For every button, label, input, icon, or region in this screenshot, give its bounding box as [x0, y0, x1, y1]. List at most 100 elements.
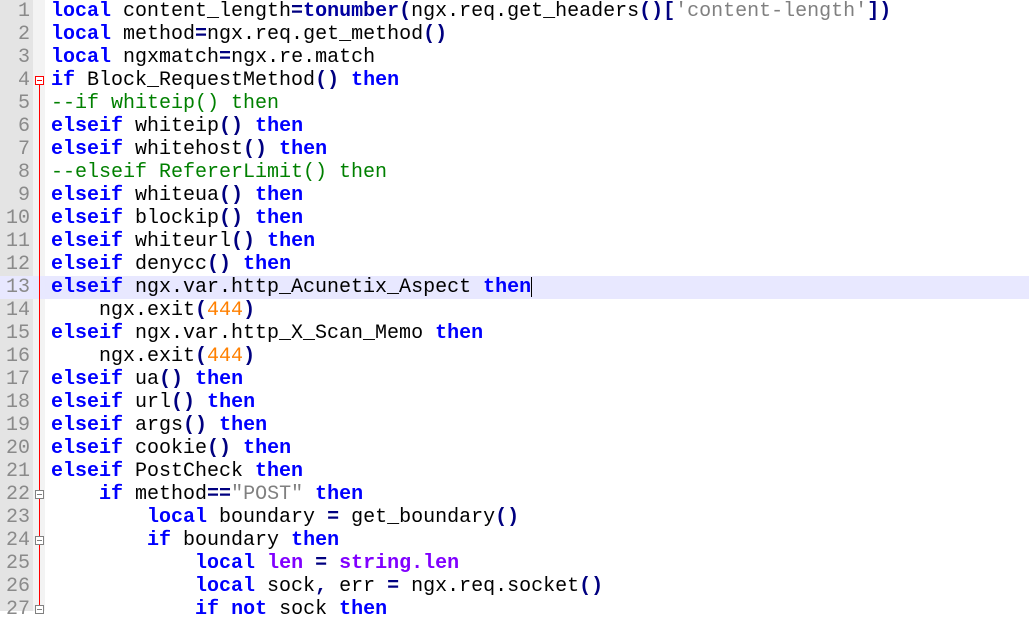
- code-editor[interactable]: 1 local content_length=tonumber(ngx.req.g…: [0, 0, 1029, 621]
- code-line[interactable]: 6 elseif whiteip() then: [0, 115, 1029, 138]
- token-op: ]): [867, 0, 892, 23]
- token-id: [183, 368, 195, 391]
- token-id: [195, 391, 207, 414]
- token-id: ngx.var.http_Acunetix_Aspect: [123, 276, 484, 299]
- code-line[interactable]: 27 if not sock then: [0, 598, 1029, 621]
- token-kw: if: [51, 69, 76, 92]
- text-caret: [531, 276, 533, 297]
- code-text: elseif whiteurl() then: [51, 230, 315, 253]
- line-number: 14: [5, 299, 30, 322]
- token-id: [51, 598, 195, 621]
- code-line[interactable]: 8 --elseif RefererLimit() then: [0, 161, 1029, 184]
- token-kw: then: [279, 138, 328, 161]
- token-id: whiteip: [123, 115, 220, 138]
- code-line[interactable]: 23 local boundary = get_boundary(): [0, 506, 1029, 529]
- token-id: [243, 184, 255, 207]
- code-text: if boundary then: [51, 529, 339, 552]
- token-kw: elseif: [51, 138, 124, 161]
- code-text: local boundary = get_boundary(): [51, 506, 519, 529]
- token-kw: then: [207, 391, 256, 414]
- token-op: ()[: [639, 0, 676, 23]
- code-line[interactable]: 7 elseif whitehost() then: [0, 138, 1029, 161]
- code-line[interactable]: 9 elseif whiteua() then: [0, 184, 1029, 207]
- code-line[interactable]: 17 elseif ua() then: [0, 368, 1029, 391]
- token-kw: then: [435, 322, 484, 345]
- code-line[interactable]: 26 local sock, err = ngx.req.socket(): [0, 575, 1029, 598]
- code-line[interactable]: 1 local content_length=tonumber(ngx.req.g…: [0, 0, 1029, 23]
- token-op: (): [579, 575, 604, 598]
- token-op: =: [219, 46, 232, 69]
- token-kw: elseif: [51, 368, 124, 391]
- token-id: cookie: [123, 437, 208, 460]
- token-id: whiteua: [123, 184, 220, 207]
- code-line[interactable]: 5 --if whiteip() then: [0, 92, 1029, 115]
- code-line[interactable]: 4 if Block_RequestMethod() then: [0, 69, 1029, 92]
- token-op: (: [399, 0, 412, 23]
- token-kw: local: [195, 552, 256, 575]
- token-op: (): [219, 115, 244, 138]
- token-kw: elseif: [51, 115, 124, 138]
- token-kw: local: [195, 575, 256, 598]
- token-id: [207, 414, 219, 437]
- token-id: [303, 483, 315, 506]
- token-id: [267, 138, 279, 161]
- token-op: =: [327, 506, 340, 529]
- token-op: (: [195, 299, 208, 322]
- token-str: 'content-length': [675, 0, 868, 23]
- fold-minus-icon[interactable]: [35, 490, 44, 499]
- token-kw: if: [147, 529, 172, 552]
- code-line[interactable]: 16 ngx.exit(444): [0, 345, 1029, 368]
- fold-minus-icon[interactable]: [35, 76, 44, 85]
- line-number: 7: [17, 138, 30, 161]
- token-kw: then: [351, 69, 400, 92]
- code-line[interactable]: 2 local method=ngx.req.get_method(): [0, 23, 1029, 46]
- current-line[interactable]: 13 elseif ngx.var.http_Acunetix_Aspect th…: [0, 276, 1029, 299]
- token-kw: elseif: [51, 391, 124, 414]
- code-line[interactable]: 15 elseif ngx.var.http_X_Scan_Memo then: [0, 322, 1029, 345]
- token-kw: then: [339, 598, 388, 621]
- token-id: [303, 552, 315, 575]
- code-line[interactable]: 19 elseif args() then: [0, 414, 1029, 437]
- token-kw: elseif: [51, 207, 124, 230]
- line-number: 23: [5, 506, 30, 529]
- line-number: 18: [5, 391, 30, 414]
- line-number: 3: [17, 46, 30, 69]
- code-text: elseif args() then: [51, 414, 267, 437]
- line-number: 15: [5, 322, 30, 345]
- code-text: --elseif RefererLimit() then: [51, 161, 387, 184]
- line-number: 24: [5, 529, 30, 552]
- code-text: local len = string.len: [51, 552, 459, 575]
- token-id: [231, 253, 243, 276]
- code-text: if not sock then: [51, 598, 387, 621]
- fold-range-line: [39, 85, 40, 611]
- line-number: 25: [5, 552, 30, 575]
- line-number: 10: [5, 207, 30, 230]
- line-number: 12: [5, 253, 30, 276]
- line-number: 26: [5, 575, 30, 598]
- token-id: whiteurl: [123, 230, 232, 253]
- token-kw: not: [231, 598, 268, 621]
- token-op: =: [387, 575, 400, 598]
- code-line[interactable]: 24 if boundary then: [0, 529, 1029, 552]
- token-kw: then: [219, 414, 268, 437]
- code-line[interactable]: 18 elseif url() then: [0, 391, 1029, 414]
- token-op: (): [219, 184, 244, 207]
- code-text: elseif whiteua() then: [51, 184, 303, 207]
- code-line[interactable]: 14 ngx.exit(444): [0, 299, 1029, 322]
- token-id: blockip: [123, 207, 220, 230]
- code-line[interactable]: 22 if method=="POST" then: [0, 483, 1029, 506]
- code-line[interactable]: 12 elseif denycc() then: [0, 253, 1029, 276]
- token-op: (): [219, 207, 244, 230]
- fold-minus-icon[interactable]: [35, 605, 44, 614]
- code-line[interactable]: 25 local len = string.len: [0, 552, 1029, 575]
- fold-minus-icon[interactable]: [35, 536, 44, 545]
- code-line[interactable]: 20 elseif cookie() then: [0, 437, 1029, 460]
- code-line[interactable]: 21 elseif PostCheck then: [0, 460, 1029, 483]
- token-cm: --if whiteip() then: [51, 92, 280, 115]
- code-line[interactable]: 11 elseif whiteurl() then: [0, 230, 1029, 253]
- token-id: method: [123, 483, 208, 506]
- line-number: 16: [5, 345, 30, 368]
- code-line[interactable]: 3 local ngxmatch=ngx.re.match: [0, 46, 1029, 69]
- code-line[interactable]: 10 elseif blockip() then: [0, 207, 1029, 230]
- token-op: ): [243, 299, 256, 322]
